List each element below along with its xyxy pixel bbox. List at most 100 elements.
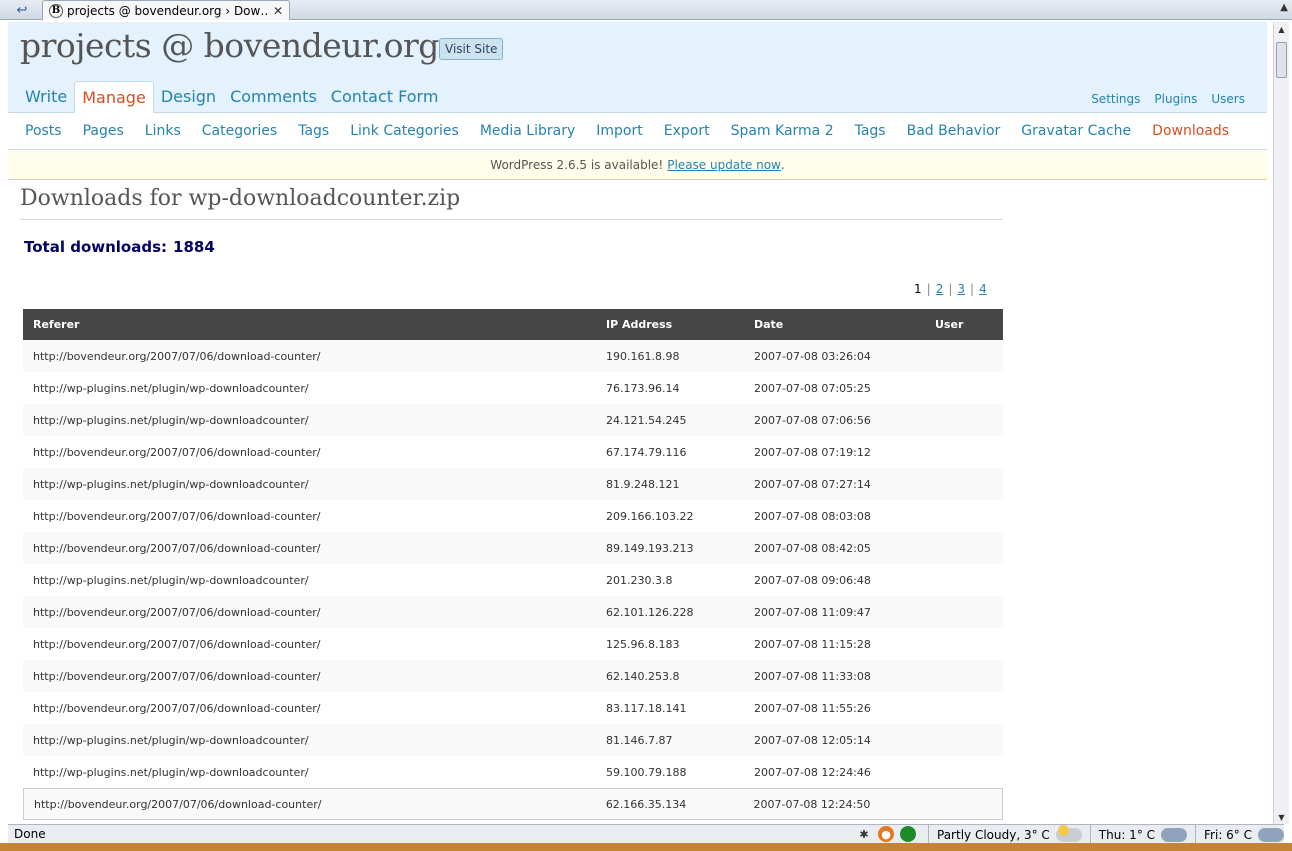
table-row: http://bovendeur.org/2007/07/06/download… bbox=[23, 628, 1003, 660]
ip-cell: 62.101.126.228 bbox=[606, 605, 694, 619]
submenu-posts[interactable]: Posts bbox=[25, 123, 62, 139]
date-cell: 2007-07-08 11:33:08 bbox=[754, 669, 871, 683]
submenu-import[interactable]: Import bbox=[596, 123, 642, 139]
update-now-link[interactable]: Please update now bbox=[667, 158, 781, 172]
column-header-referer: Referer bbox=[33, 318, 80, 331]
date-cell: 2007-07-08 12:24:46 bbox=[754, 765, 871, 779]
scroll-up-icon[interactable]: ▲ bbox=[1274, 22, 1289, 36]
referer-cell: http://bovendeur.org/2007/07/06/download… bbox=[33, 669, 321, 683]
submenu: Posts Pages Links Categories Tags Link Catego… bbox=[8, 113, 1267, 150]
referer-cell: http://wp-plugins.net/plugin/wp-download… bbox=[33, 573, 309, 587]
ip-cell: 81.146.7.87 bbox=[606, 733, 673, 747]
status-bar: Done ✱ ● Partly Cloudy, 3° C Thu: 1° C Fri… bbox=[8, 824, 1284, 844]
submenu-spam-karma-2[interactable]: Spam Karma 2 bbox=[731, 123, 834, 139]
page-link-3[interactable]: 3 bbox=[957, 282, 965, 296]
referer-cell: http://wp-plugins.net/plugin/wp-download… bbox=[33, 413, 309, 427]
status-text: Done bbox=[14, 827, 46, 841]
site-title: projects @ bovendeur.org bbox=[20, 26, 439, 65]
ip-cell: 125.96.8.183 bbox=[606, 637, 680, 651]
referer-cell: http://bovendeur.org/2007/07/06/download… bbox=[33, 605, 321, 619]
scrollbar-thumb[interactable] bbox=[1276, 42, 1287, 78]
main-menu-contact-form[interactable]: Contact Form bbox=[324, 81, 446, 113]
weather-item[interactable]: Thu: 1° C bbox=[1089, 825, 1195, 844]
table-body: http://bovendeur.org/2007/07/06/download… bbox=[23, 340, 1003, 820]
table-row: http://wp-plugins.net/plugin/wp-download… bbox=[23, 756, 1003, 788]
submenu-links[interactable]: Links bbox=[145, 123, 181, 139]
rain-icon bbox=[1258, 827, 1284, 842]
referer-cell: http://bovendeur.org/2007/07/06/download… bbox=[33, 541, 321, 555]
main-menu-manage[interactable]: Manage bbox=[74, 81, 154, 113]
submenu-media-library[interactable]: Media Library bbox=[480, 123, 575, 139]
date-cell: 2007-07-08 08:42:05 bbox=[754, 541, 871, 555]
table-header: Referer IP Address Date User bbox=[23, 309, 1003, 340]
page-link-4[interactable]: 4 bbox=[979, 282, 987, 296]
weather-text: Partly Cloudy, 3° C bbox=[937, 827, 1050, 842]
window-border-bottom bbox=[0, 843, 1292, 851]
weather-widget: Partly Cloudy, 3° C Thu: 1° C Fri: 6° C bbox=[928, 824, 1292, 844]
main-menu-write[interactable]: Write bbox=[18, 81, 74, 113]
table-row: http://wp-plugins.net/plugin/wp-download… bbox=[23, 724, 1003, 756]
main-menu: Write Manage Design Comments Contact Form bbox=[18, 81, 445, 113]
pagination-separator: | bbox=[970, 282, 975, 296]
green-status-icon[interactable] bbox=[900, 826, 916, 842]
total-downloads-label: Total downloads: bbox=[24, 238, 168, 256]
tab-history-icon[interactable]: ↩ bbox=[4, 1, 40, 19]
main-menu-comments[interactable]: Comments bbox=[223, 81, 324, 113]
referer-cell: http://bovendeur.org/2007/07/06/download… bbox=[33, 509, 321, 523]
user-menu-plugins[interactable]: Plugins bbox=[1154, 92, 1197, 106]
admin-header: projects @ bovendeur.org Visit Site Writ… bbox=[8, 22, 1267, 113]
date-cell: 2007-07-08 03:26:04 bbox=[754, 349, 871, 363]
date-cell: 2007-07-08 07:06:56 bbox=[754, 413, 871, 427]
tab-scroll-right-icon[interactable]: ▲ bbox=[1280, 2, 1288, 13]
referer-cell: http://wp-plugins.net/plugin/wp-download… bbox=[33, 381, 309, 395]
submenu-gravatar-cache[interactable]: Gravatar Cache bbox=[1021, 123, 1131, 139]
referer-cell: http://bovendeur.org/2007/07/06/download… bbox=[33, 349, 321, 363]
submenu-link-categories[interactable]: Link Categories bbox=[350, 123, 459, 139]
browser-tab[interactable]: B projects @ bovendeur.org › Dow… ✕ bbox=[42, 0, 290, 20]
page-link-2[interactable]: 2 bbox=[936, 282, 944, 296]
total-downloads-value: 1884 bbox=[173, 238, 215, 256]
vertical-scrollbar[interactable]: ▲ ▼ bbox=[1273, 22, 1289, 824]
table-row: http://bovendeur.org/2007/07/06/download… bbox=[23, 692, 1003, 724]
close-tab-icon[interactable]: ✕ bbox=[273, 4, 283, 18]
user-menu: Settings Plugins Users bbox=[1091, 92, 1245, 106]
date-cell: 2007-07-08 09:06:48 bbox=[754, 573, 871, 587]
ip-cell: 81.9.248.121 bbox=[606, 477, 680, 491]
date-cell: 2007-07-08 12:05:14 bbox=[754, 733, 871, 747]
browser-tab-strip: ↩ B projects @ bovendeur.org › Dow… ✕ ▲ bbox=[0, 0, 1292, 20]
submenu-pages[interactable]: Pages bbox=[83, 123, 124, 139]
table-row: http://wp-plugins.net/plugin/wp-download… bbox=[23, 404, 1003, 436]
scroll-down-icon[interactable]: ▼ bbox=[1274, 810, 1289, 824]
submenu-bad-behavior[interactable]: Bad Behavior bbox=[907, 123, 1001, 139]
ip-cell: 190.161.8.98 bbox=[606, 349, 680, 363]
submenu-categories[interactable]: Categories bbox=[202, 123, 277, 139]
pagination-separator: | bbox=[926, 282, 931, 296]
page-title: Downloads for wp-downloadcounter.zip bbox=[20, 186, 1003, 220]
submenu-tags[interactable]: Tags bbox=[298, 123, 329, 139]
total-downloads: Total downloads: 1884 bbox=[24, 238, 215, 256]
column-header-ip: IP Address bbox=[606, 318, 673, 331]
submenu-tags[interactable]: Tags bbox=[855, 123, 886, 139]
referer-cell: http://wp-plugins.net/plugin/wp-download… bbox=[33, 765, 309, 779]
column-header-user: User bbox=[935, 318, 964, 331]
submenu-downloads[interactable]: Downloads bbox=[1152, 123, 1229, 139]
ip-cell: 59.100.79.188 bbox=[606, 765, 687, 779]
main-menu-design[interactable]: Design bbox=[154, 81, 223, 113]
submenu-export[interactable]: Export bbox=[664, 123, 710, 139]
table-row: http://bovendeur.org/2007/07/06/download… bbox=[23, 596, 1003, 628]
user-menu-users[interactable]: Users bbox=[1211, 92, 1245, 106]
user-menu-settings[interactable]: Settings bbox=[1091, 92, 1140, 106]
firefox-icon[interactable]: ● bbox=[878, 826, 894, 842]
weather-text: Thu: 1° C bbox=[1098, 827, 1156, 842]
status-icons: ✱ ● bbox=[856, 826, 916, 842]
ip-cell: 76.173.96.14 bbox=[606, 381, 680, 395]
weather-item[interactable]: Fri: 6° C bbox=[1195, 825, 1292, 844]
ip-cell: 89.149.193.213 bbox=[606, 541, 694, 555]
pagination-separator: | bbox=[948, 282, 953, 296]
bug-icon[interactable]: ✱ bbox=[856, 826, 872, 842]
referer-cell: http://wp-plugins.net/plugin/wp-download… bbox=[33, 733, 309, 747]
weather-item[interactable]: Partly Cloudy, 3° C bbox=[928, 824, 1090, 844]
referer-cell: http://bovendeur.org/2007/07/06/download… bbox=[33, 637, 321, 651]
ip-cell: 83.117.18.141 bbox=[606, 701, 687, 715]
visit-site-button[interactable]: Visit Site bbox=[439, 38, 504, 60]
